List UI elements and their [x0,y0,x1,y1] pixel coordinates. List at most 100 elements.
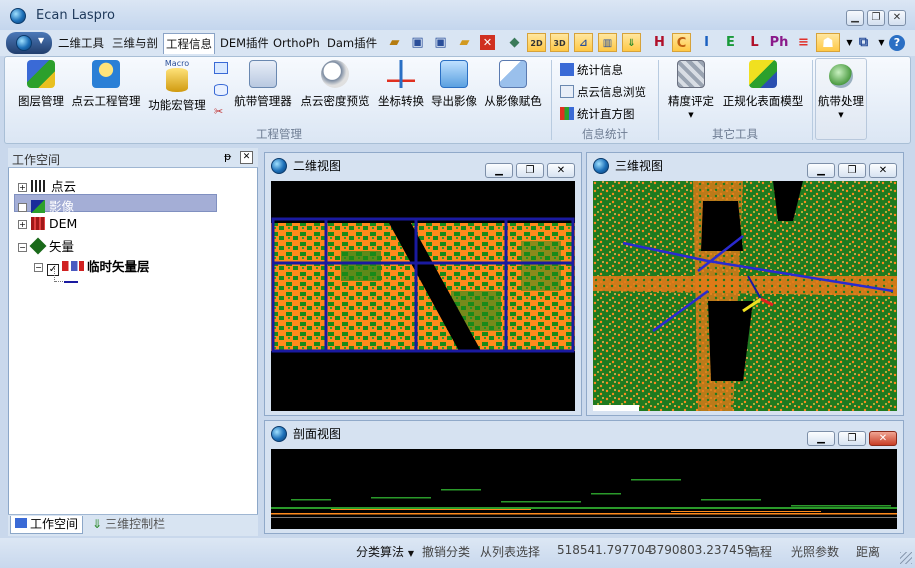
strip-manager-button[interactable]: 航带管理器 [232,60,294,109]
collapse-icon[interactable]: − [18,243,27,252]
view-3d-canvas[interactable] [593,181,897,411]
minimize-icon[interactable]: ▁ [807,431,835,446]
intensity-color-button[interactable]: I [697,33,716,52]
tree-item-dem[interactable]: + DEM [18,216,77,231]
ribbon-separator [812,60,813,140]
database-small-icon[interactable] [214,84,228,96]
statistics-info-button[interactable]: 统计信息 [560,62,623,78]
minimize-icon[interactable]: ▁ [807,163,835,178]
image-small-icon[interactable] [214,62,228,74]
density-preview-button[interactable]: 点云密度预览 [299,60,371,109]
histogram-button[interactable]: 统计直方图 [560,106,635,122]
strip-process-label: 航带处理 [818,94,864,108]
view-2d-canvas[interactable] [271,181,575,411]
pin-icon[interactable]: ᵽ [224,150,231,163]
tab-dem-plugin[interactable]: DEM插件 [218,33,268,54]
ndsm-button[interactable]: 正规化表面模型 [720,60,806,109]
height-color-button[interactable]: H [650,33,669,52]
delete-icon[interactable]: ✕ [480,35,495,50]
strip-process-icon [829,64,853,88]
calculator-icon [677,60,705,88]
tab-2d-tools[interactable]: 二维工具 [56,33,106,54]
line-color-button[interactable]: L [745,33,764,52]
statistics-info-label: 统计信息 [577,63,623,77]
class-color-button[interactable]: C [672,33,691,52]
scissors-icon[interactable]: ✂ [214,106,228,118]
2d-view-icon[interactable]: 2D [527,33,546,52]
close-icon[interactable]: ✕ [869,431,897,446]
profile-view-canvas[interactable] [271,449,897,529]
dem-grid-icon [31,217,45,230]
distance-button[interactable]: 距离 [856,543,880,560]
restore-icon[interactable]: ❐ [838,163,866,178]
help-icon[interactable]: ? [889,35,905,51]
accuracy-eval-button[interactable]: 精度评定 ▼ [666,60,716,119]
save-as-icon[interactable]: ▣ [431,33,450,52]
tab-3d-control[interactable]: ⇓ 三维控制栏 [88,516,169,534]
expand-icon[interactable]: + [18,203,27,212]
3d-view-icon[interactable]: 3D [550,33,569,52]
tab-3d-profile[interactable]: 三维与剖 [110,33,160,54]
checkbox-checked-icon[interactable]: ✓ [47,264,59,276]
export-image-button[interactable]: 导出影像 [429,60,479,109]
arrow-down-icon[interactable]: ⇓ [622,33,641,52]
tree-item-pointcloud[interactable]: + 点云 [18,176,76,195]
view-2d-titlebar[interactable]: 二维视图 ▁ ❐ ✕ [269,155,577,178]
echo-color-button[interactable]: E [721,33,740,52]
minimize-icon[interactable]: ▁ [485,163,513,178]
expand-icon[interactable]: + [18,183,27,192]
density-preview-label: 点云密度预览 [300,94,370,108]
macro-cylinder-icon [166,68,188,92]
coordinate-convert-button[interactable]: 坐标转换 [376,60,426,109]
panel-toggle-icon[interactable]: ▥ [598,33,617,52]
close-panel-icon[interactable]: ✕ [240,151,253,164]
save-icon[interactable]: ▣ [408,33,427,52]
tab-ortho[interactable]: OrthoPh [271,33,321,54]
tree-item-temp-vector-layer[interactable]: − ✓ 临时矢量层 [34,256,150,276]
profile-view-titlebar[interactable]: 剖面视图 ▁ ❐ ✕ [269,423,899,446]
paint-bucket-icon [499,60,527,88]
layer-manager-button[interactable]: 图层管理 [16,60,66,109]
pointcloud-project-label: 点云工程管理 [71,94,141,108]
classify-algorithm-menu[interactable]: 分类算法 ▼ [356,543,414,560]
tab-project-info[interactable]: 工程信息 [163,33,215,54]
color-from-image-button[interactable]: 从影像赋色 [482,60,544,109]
tree-item-vector[interactable]: − 矢量 [18,236,74,255]
stripes-icon[interactable]: ≡ [794,33,813,52]
pointcloud-project-button[interactable]: 点云工程管理 [70,60,142,109]
restore-icon[interactable]: ❐ [838,431,866,446]
windows-icon[interactable]: ⧉ [854,33,873,52]
folder-icon[interactable]: ▰ [455,33,474,52]
photo-color-button[interactable]: Ph [768,33,790,52]
pointcloud-browse-button[interactable]: 点云信息浏览 [560,84,646,100]
collapse-icon[interactable]: − [34,263,43,272]
layers-icon [27,60,55,88]
view-3d-titlebar[interactable]: 三维视图 ▁ ❐ ✕ [591,155,899,178]
close-icon[interactable]: ✕ [888,10,906,26]
globe-icon [271,158,287,174]
title-bar [0,0,915,30]
layer-icon[interactable]: ◆ [505,33,524,52]
expand-icon[interactable]: + [18,220,27,229]
restore-icon[interactable]: ❐ [516,163,544,178]
open-folder-icon[interactable]: ▰ [385,33,404,52]
close-icon[interactable]: ✕ [547,163,575,178]
lighting-params-button[interactable]: 光照参数 [791,543,839,560]
profile-view-icon[interactable]: ⊿ [574,33,593,52]
strip-process-content[interactable]: 航带处理 ▼ [815,64,867,119]
app-menu-button[interactable]: ▼ [6,32,52,54]
undo-classify-button[interactable]: 撤销分类 [422,543,470,560]
elevation-button[interactable]: 高程 [748,543,772,560]
tab-dam-plugin[interactable]: Dam插件 [325,33,377,54]
tab-workspace[interactable]: 工作空间 [10,516,84,534]
select-from-list-button[interactable]: 从列表选择 [480,543,540,560]
shirt-icon[interactable]: ☗ [816,33,840,52]
resize-grip-icon[interactable] [900,552,912,564]
coordinate-convert-label: 坐标转换 [378,94,424,108]
minimize-icon[interactable]: ▁ [846,10,864,26]
tree-item-image[interactable]: + 影像 [18,196,74,215]
close-icon[interactable]: ✕ [869,163,897,178]
macro-manager-button[interactable]: Macro 功能宏管理 [146,60,208,113]
cube-icon [749,60,777,88]
maximize-icon[interactable]: ❐ [867,10,885,26]
